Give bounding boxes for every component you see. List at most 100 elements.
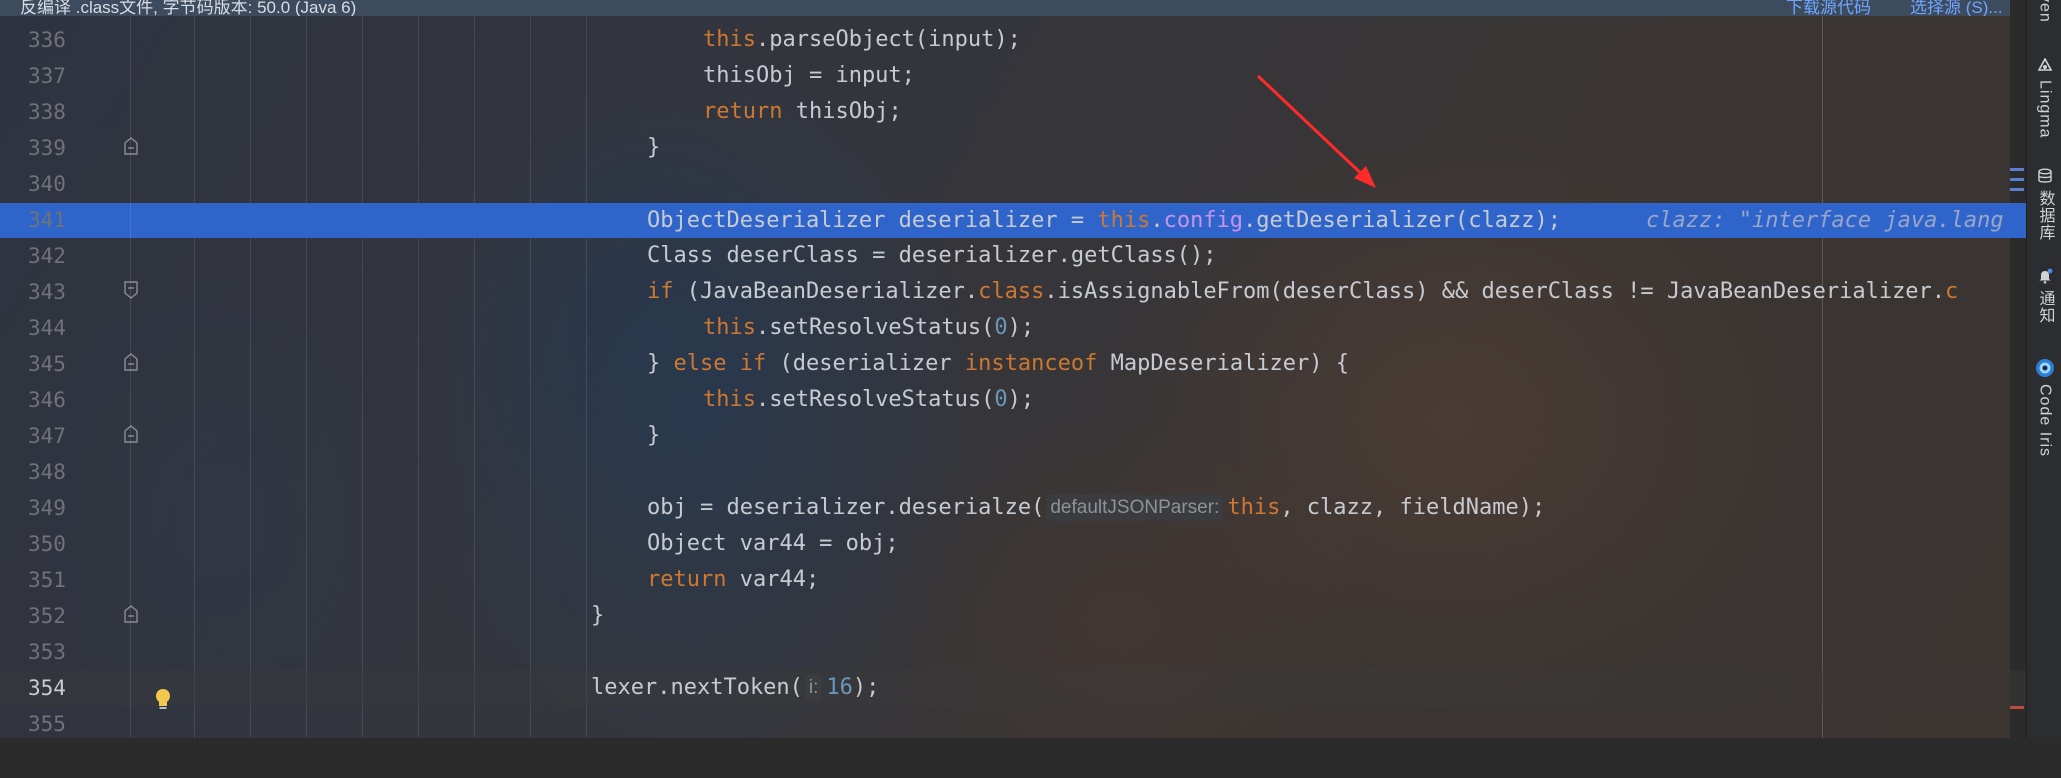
scroll-marker[interactable] — [2010, 168, 2024, 171]
code-token: this — [1227, 495, 1281, 520]
code-token: 0 — [994, 315, 1008, 340]
code-token: , clazz, fieldName); — [1280, 495, 1546, 520]
line-number[interactable]: 346 — [28, 382, 68, 418]
tool-lingma[interactable]: Lingma — [2027, 58, 2061, 143]
line-number[interactable]: 345 — [28, 346, 68, 382]
banner-message: 反编译 .class文件, 字节码版本: 50.0 (Java 6) — [20, 0, 357, 16]
code-line-343[interactable]: if (JavaBeanDeserializer.class.isAssigna… — [0, 274, 2026, 310]
parameter-hint: i: — [804, 675, 823, 701]
line-number[interactable]: 336 — [28, 22, 68, 58]
line-number[interactable]: 348 — [28, 454, 68, 490]
lingma-icon — [2037, 58, 2052, 71]
code-token: instanceof — [964, 351, 1098, 376]
code-line-341-selected[interactable]: ObjectDeserializer deserializer = this.c… — [0, 203, 2026, 238]
fold-start-icon[interactable] — [124, 281, 138, 299]
code-line-354-current[interactable]: lexer.nextToken(i: 16); — [0, 670, 2026, 706]
choose-source-link[interactable]: 选择源 (S)... — [1910, 0, 2003, 16]
tool-label: ven — [2036, 0, 2054, 23]
tool-label: Lingma — [2036, 80, 2054, 139]
line-number-gutter[interactable]: 336 337 338 339 340 341 342 343 344 345 … — [0, 16, 170, 738]
code-token: else — [673, 351, 727, 376]
tool-code-iris[interactable]: Code Iris — [2027, 358, 2061, 462]
scroll-marker[interactable] — [2010, 178, 2024, 181]
line-number[interactable]: 349 — [28, 490, 68, 526]
code-token: } — [647, 423, 661, 448]
tool-notifications[interactable]: 通知 — [2027, 268, 2061, 329]
code-line-338[interactable]: return thisObj; — [0, 94, 2026, 130]
line-number[interactable]: 338 — [28, 94, 68, 130]
code-token: } — [591, 603, 605, 628]
fold-end-icon[interactable] — [124, 353, 138, 371]
code-line-347[interactable]: } — [0, 418, 2026, 454]
code-token: ); — [1007, 315, 1035, 340]
code-token: return — [647, 567, 727, 592]
inline-debug-value: clazz: "interface java.lang — [1646, 208, 2004, 233]
code-token: 16 — [826, 675, 853, 700]
code-token: .isAssignableFrom(deserClass) && deserCl… — [1044, 279, 1946, 304]
tool-maven[interactable]: ven — [2027, 0, 2061, 28]
code-line-351[interactable]: return var44; — [0, 562, 2026, 598]
code-line-342[interactable]: Class deserClass = deserializer.getClass… — [0, 238, 2026, 274]
database-icon — [2037, 168, 2052, 183]
code-line-349[interactable]: obj = deserializer.deserialze(defaultJSO… — [0, 490, 2026, 526]
code-line-337[interactable]: thisObj = input; — [0, 58, 2026, 94]
tool-label: Code Iris — [2036, 384, 2054, 458]
line-number[interactable]: 343 — [28, 274, 68, 310]
code-token: thisObj = input; — [703, 63, 915, 88]
code-token: .getDeserializer(clazz); — [1243, 208, 1561, 233]
code-token: thisObj; — [782, 99, 902, 124]
code-token: config — [1163, 208, 1244, 233]
line-number[interactable]: 342 — [28, 238, 68, 274]
code-token: this — [703, 315, 756, 340]
line-number[interactable]: 344 — [28, 310, 68, 346]
tool-label: 数据库 — [2036, 190, 2054, 241]
code-token: . — [1150, 208, 1164, 233]
code-line-344[interactable]: this.setResolveStatus(0); — [0, 310, 2026, 346]
line-number[interactable]: 351 — [28, 562, 68, 598]
code-line-339[interactable]: } — [0, 130, 2026, 166]
line-number[interactable]: 341 — [28, 202, 68, 238]
code-token: .parseObject(input); — [755, 27, 1021, 52]
code-iris-icon — [2035, 359, 2054, 377]
lightbulb-icon[interactable] — [154, 688, 172, 714]
code-token: } — [647, 351, 674, 376]
code-token: 0 — [994, 387, 1008, 412]
tool-database[interactable]: 数据库 — [2027, 168, 2061, 246]
parameter-hint: defaultJSONParser: — [1046, 495, 1224, 521]
code-token: (deserializer — [766, 351, 965, 376]
code-token: ); — [852, 675, 880, 700]
code-token: Object var44 = obj; — [647, 531, 899, 556]
scroll-marker[interactable] — [2010, 706, 2024, 709]
decompiled-banner: 反编译 .class文件, 字节码版本: 50.0 (Java 6) 下载源代码… — [0, 0, 2010, 16]
line-number[interactable]: 353 — [28, 634, 68, 670]
code-token: return — [703, 99, 783, 124]
fold-end-icon[interactable] — [124, 425, 138, 443]
code-token: ObjectDeserializer deserializer = — [647, 208, 1098, 233]
line-number[interactable]: 350 — [28, 526, 68, 562]
fold-end-icon[interactable] — [124, 605, 138, 623]
fold-end-icon[interactable] — [124, 137, 138, 155]
code-token: .setResolveStatus( — [755, 387, 995, 412]
code-line-336[interactable]: this.parseObject(input); — [0, 22, 2026, 58]
code-line-346[interactable]: this.setResolveStatus(0); — [0, 382, 2026, 418]
line-number[interactable]: 339 — [28, 130, 68, 166]
line-number[interactable]: 337 — [28, 58, 68, 94]
line-number-current[interactable]: 354 — [28, 670, 68, 706]
code-token: } — [647, 135, 661, 160]
line-number[interactable]: 352 — [28, 598, 68, 634]
code-token: var44; — [726, 567, 820, 592]
line-number[interactable]: 340 — [28, 166, 68, 202]
right-tool-strip: ven Lingma 数据库 通知 Code Iris — [2026, 0, 2061, 738]
line-number[interactable]: 347 — [28, 418, 68, 454]
code-line-345[interactable]: } else if (deserializer instanceof MapDe… — [0, 346, 2026, 382]
line-number[interactable]: 355 — [28, 706, 68, 742]
download-source-link[interactable]: 下载源代码 — [1786, 0, 1871, 16]
code-editor[interactable]: this.parseObject(input); thisObj = input… — [0, 16, 2026, 738]
code-line-350[interactable]: Object var44 = obj; — [0, 526, 2026, 562]
scroll-marker[interactable] — [2010, 188, 2024, 191]
gutter-separator — [130, 16, 131, 738]
code-line-352[interactable]: } — [0, 598, 2026, 634]
code-token: if — [739, 351, 767, 376]
code-token: if — [647, 279, 674, 304]
